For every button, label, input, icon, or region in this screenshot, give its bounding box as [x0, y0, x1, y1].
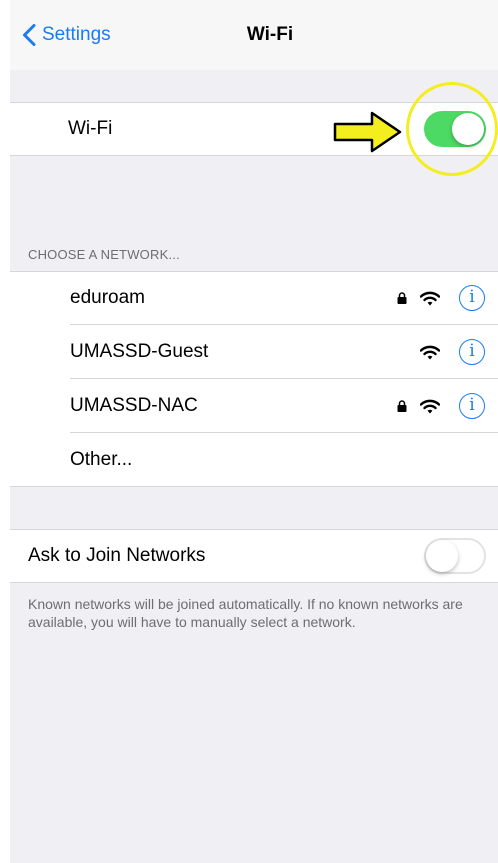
ask-to-join-description: Known networks will be joined automatica…: [28, 596, 463, 630]
network-row-umassd-guest[interactable]: UMASSD-Guest i: [10, 325, 498, 379]
divider: [10, 486, 498, 487]
network-row-other[interactable]: Other...: [10, 433, 498, 487]
network-name: UMASSD-NAC: [70, 395, 198, 416]
navigation-bar: Settings Wi-Fi: [10, 0, 498, 70]
wifi-signal-icon: [420, 291, 440, 306]
wifi-signal-icon: [420, 345, 440, 360]
ask-to-join-label: Ask to Join Networks: [28, 545, 206, 566]
other-network-label: Other...: [70, 449, 133, 470]
wifi-settings-screen: Settings Wi-Fi Wi-Fi CHOOSE A NETWORK...…: [10, 0, 498, 863]
divider: [10, 529, 498, 530]
divider: [10, 582, 498, 583]
wifi-signal-icon: [420, 399, 440, 414]
info-icon[interactable]: i: [459, 393, 485, 419]
network-name: UMASSD-Guest: [70, 341, 209, 362]
section-header-choose-network: CHOOSE A NETWORK...: [28, 247, 180, 262]
info-icon[interactable]: i: [459, 339, 485, 365]
wifi-label: Wi-Fi: [68, 118, 113, 139]
network-row-eduroam[interactable]: eduroam i: [10, 271, 498, 325]
network-list: eduroam i UMASSD-Guest i UMASSD-NAC i Ot…: [10, 271, 498, 487]
info-icon[interactable]: i: [459, 285, 485, 311]
page-title-text: Wi-Fi: [246, 24, 294, 45]
network-row-umassd-nac[interactable]: UMASSD-NAC i: [10, 379, 498, 433]
network-name: eduroam: [70, 287, 145, 308]
lock-icon: [397, 292, 407, 304]
ask-to-join-row: Ask to Join Networks: [10, 529, 498, 583]
annotation-highlight-circle: [406, 82, 498, 176]
toggle-knob: [426, 540, 458, 572]
ask-to-join-toggle[interactable]: [424, 538, 486, 574]
page-title: Wi-Fi: [10, 24, 498, 46]
annotation-arrow-icon: [333, 111, 402, 153]
lock-icon: [397, 400, 407, 412]
